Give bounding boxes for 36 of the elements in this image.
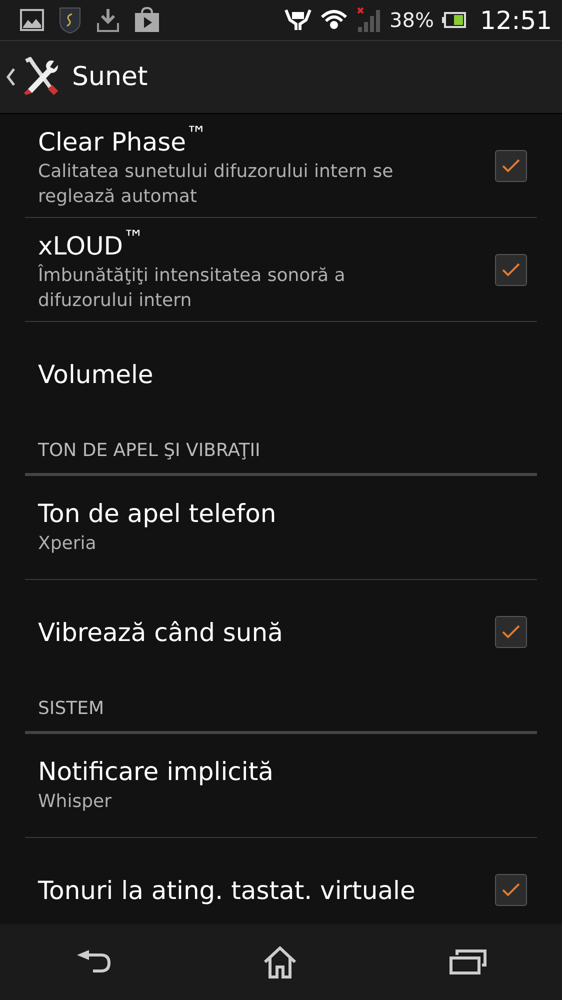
- checkmark-icon: [501, 624, 521, 640]
- gallery-icon: [20, 8, 44, 32]
- play-store-icon: [134, 7, 160, 33]
- back-icon[interactable]: [6, 67, 16, 87]
- setting-title[interactable]: Notificare implicită: [38, 756, 438, 786]
- checkmark-icon: [501, 262, 521, 278]
- checkbox[interactable]: [495, 150, 527, 182]
- battery-percent: 38%: [390, 8, 434, 32]
- checkbox[interactable]: [495, 616, 527, 648]
- shield-icon: [58, 6, 82, 34]
- signal-icon: [356, 7, 382, 33]
- checkmark-icon: [501, 158, 521, 174]
- download-icon: [96, 7, 120, 33]
- setting-summary: Whisper: [38, 790, 112, 814]
- checkbox[interactable]: [495, 874, 527, 906]
- setting-title[interactable]: Tonuri la ating. tastat. virtuale: [38, 876, 438, 904]
- section-header: SISTEM: [25, 684, 537, 734]
- back-icon[interactable]: [75, 949, 112, 975]
- home-icon[interactable]: [262, 945, 298, 979]
- battery-icon: [442, 11, 466, 29]
- setting-title[interactable]: Ton de apel telefon: [38, 498, 438, 528]
- setting-summary: Îmbunătăţiţi intensitatea sonoră a difuzorului intern: [38, 264, 346, 313]
- screen-title: Sunet: [72, 62, 148, 92]
- setting-title[interactable]: Vibrează când sună: [38, 618, 438, 646]
- setting-summary: Calitatea sunetului difuzorului intern se reglează automat: [38, 160, 394, 209]
- section-header: TON DE APEL ŞI VIBRAŢII: [25, 426, 537, 476]
- checkbox[interactable]: [495, 254, 527, 286]
- recents-icon[interactable]: [448, 949, 487, 975]
- clock: 12:51: [480, 6, 552, 34]
- setting-title[interactable]: Clear Phase$^{™}$: [38, 122, 438, 156]
- checkmark-icon: [501, 882, 521, 898]
- setting-summary: Xperia: [38, 532, 98, 556]
- hands-icon: [284, 8, 312, 32]
- setting-title[interactable]: Volumele: [38, 360, 438, 388]
- setting-title[interactable]: xLOUD$^{™}$: [38, 226, 438, 260]
- wifi-icon: [320, 8, 348, 32]
